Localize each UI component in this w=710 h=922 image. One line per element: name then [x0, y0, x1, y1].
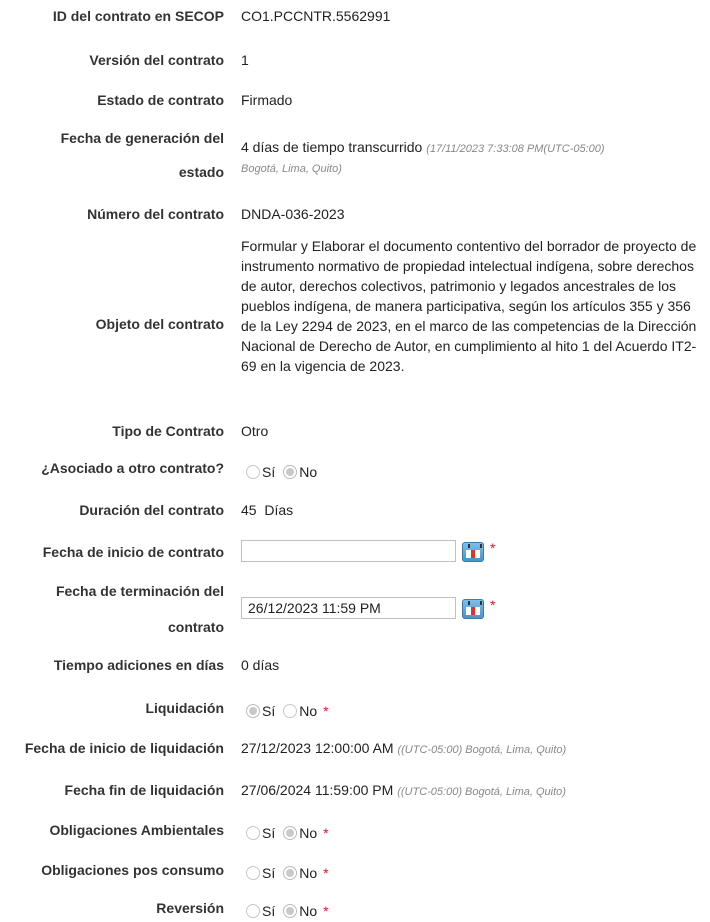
fecha-fin-liq-note: ((UTC-05:00) Bogotá, Lima, Quito)	[397, 786, 566, 798]
reversion-radio-group: Sí No *	[246, 903, 710, 919]
liquidacion-no-radio[interactable]	[283, 704, 298, 718]
reversion-required: *	[323, 903, 329, 919]
asociado-option-si[interactable]: Sí	[246, 464, 275, 480]
fecha-fin-liq-value: 27/06/2024 11:59:00 PM	[241, 782, 394, 798]
fecha-inicio-liq-block: 27/12/2023 12:00:00 AM ((UTC-05:00) Bogo…	[241, 740, 710, 756]
oblig-amb-no-label: No	[299, 825, 318, 841]
oblig-pos-required: *	[323, 865, 329, 881]
estado-value: Firmado	[241, 92, 293, 108]
oblig-amb-no-radio[interactable]	[283, 826, 298, 840]
oblig-amb-option-si[interactable]: Sí	[246, 825, 275, 841]
fecha-inicio-label: Fecha de inicio de contrato	[42, 544, 224, 560]
liquidacion-no-label: No	[299, 703, 318, 719]
numero-label: Número del contrato	[87, 206, 224, 222]
asociado-radio-group: Sí No	[246, 464, 710, 480]
version-value: 1	[241, 52, 249, 68]
oblig-amb-si-radio[interactable]	[246, 826, 260, 840]
liquidacion-label: Liquidación	[145, 700, 224, 716]
fecha-inicio-liq-value: 27/12/2023 12:00:00 AM	[241, 740, 394, 756]
asociado-label: ¿Asociado a otro contrato?	[41, 460, 224, 476]
calendar-icon[interactable]	[462, 542, 484, 562]
asociado-option-no[interactable]: No	[283, 464, 317, 480]
tiempo-adiciones-label: Tiempo adiciones en días	[53, 657, 224, 673]
fecha-fin-liq-label: Fecha fin de liquidación	[64, 782, 224, 798]
fecha-terminacion-required: *	[490, 597, 496, 613]
fecha-generacion-label-line2: estado	[178, 164, 224, 180]
oblig-pos-radio-group: Sí No *	[246, 865, 710, 881]
liquidacion-radio-group: Sí No *	[246, 703, 710, 719]
numero-value: DNDA-036-2023	[241, 206, 345, 222]
fecha-fin-liq-block: 27/06/2024 11:59:00 PM ((UTC-05:00) Bogo…	[241, 782, 710, 798]
reversion-no-label: No	[299, 903, 318, 919]
oblig-pos-si-radio[interactable]	[246, 866, 260, 880]
fecha-generacion-value: 4 días de tiempo transcurrido	[241, 139, 423, 155]
oblig-pos-no-label: No	[299, 865, 318, 881]
tipo-label: Tipo de Contrato	[112, 423, 224, 439]
liquidacion-option-si[interactable]: Sí	[246, 703, 275, 719]
fecha-inicio-required: *	[490, 540, 496, 556]
reversion-label: Reversión	[156, 900, 224, 916]
fecha-terminacion-label-line2: contrato	[168, 619, 224, 635]
fecha-inicio-liq-label: Fecha de inicio de liquidación	[24, 740, 224, 756]
asociado-si-label: Sí	[262, 464, 276, 480]
reversion-option-no[interactable]: No	[283, 903, 317, 919]
oblig-amb-label: Obligaciones Ambientales	[49, 822, 224, 838]
asociado-no-radio[interactable]	[283, 465, 298, 479]
fecha-generacion-label-line1: Fecha de generación del	[60, 130, 224, 146]
liquidacion-required: *	[323, 703, 329, 719]
duracion-value: 45 Días	[241, 502, 294, 518]
fecha-generacion-note-line2: Bogotá, Lima, Quito)	[241, 163, 342, 175]
secop-id-value: CO1.PCCNTR.5562991	[241, 8, 391, 24]
estado-label: Estado de contrato	[97, 92, 224, 108]
objeto-label: Objeto del contrato	[95, 316, 224, 332]
version-label: Versión del contrato	[89, 52, 224, 68]
reversion-si-radio[interactable]	[246, 904, 260, 918]
oblig-amb-radio-group: Sí No *	[246, 825, 710, 841]
oblig-pos-option-no[interactable]: No	[283, 865, 317, 881]
reversion-option-si[interactable]: Sí	[246, 903, 275, 919]
duracion-label: Duración del contrato	[79, 502, 224, 518]
oblig-amb-si-label: Sí	[262, 825, 276, 841]
liquidacion-option-no[interactable]: No	[283, 703, 317, 719]
reversion-si-label: Sí	[262, 903, 276, 919]
fecha-terminacion-input[interactable]	[241, 597, 456, 619]
oblig-amb-required: *	[323, 825, 329, 841]
asociado-no-label: No	[299, 464, 318, 480]
fecha-inicio-liq-note: ((UTC-05:00) Bogotá, Lima, Quito)	[397, 744, 567, 756]
fecha-generacion-note-line1: (17/11/2023 7:33:08 PM(UTC-05:00)	[426, 143, 605, 155]
fecha-terminacion-label-line1: Fecha de terminación del	[55, 583, 224, 599]
liquidacion-si-radio[interactable]	[246, 704, 260, 718]
calendar-icon[interactable]	[462, 599, 484, 619]
oblig-pos-si-label: Sí	[262, 865, 276, 881]
oblig-pos-option-si[interactable]: Sí	[246, 865, 275, 881]
oblig-pos-no-radio[interactable]	[283, 866, 298, 880]
fecha-generacion-value-block: 4 días de tiempo transcurrido (17/11/202…	[241, 138, 710, 178]
asociado-si-radio[interactable]	[246, 465, 260, 479]
tiempo-adiciones-value: 0 días	[241, 657, 280, 673]
tipo-value: Otro	[241, 423, 269, 439]
secop-id-label: ID del contrato en SECOP	[52, 8, 224, 24]
liquidacion-si-label: Sí	[262, 703, 276, 719]
oblig-pos-label: Obligaciones pos consumo	[41, 862, 224, 878]
fecha-inicio-input[interactable]	[241, 540, 456, 562]
reversion-no-radio[interactable]	[283, 904, 298, 918]
objeto-value: Formular y Elaborar el documento content…	[241, 238, 697, 374]
oblig-amb-option-no[interactable]: No	[283, 825, 317, 841]
